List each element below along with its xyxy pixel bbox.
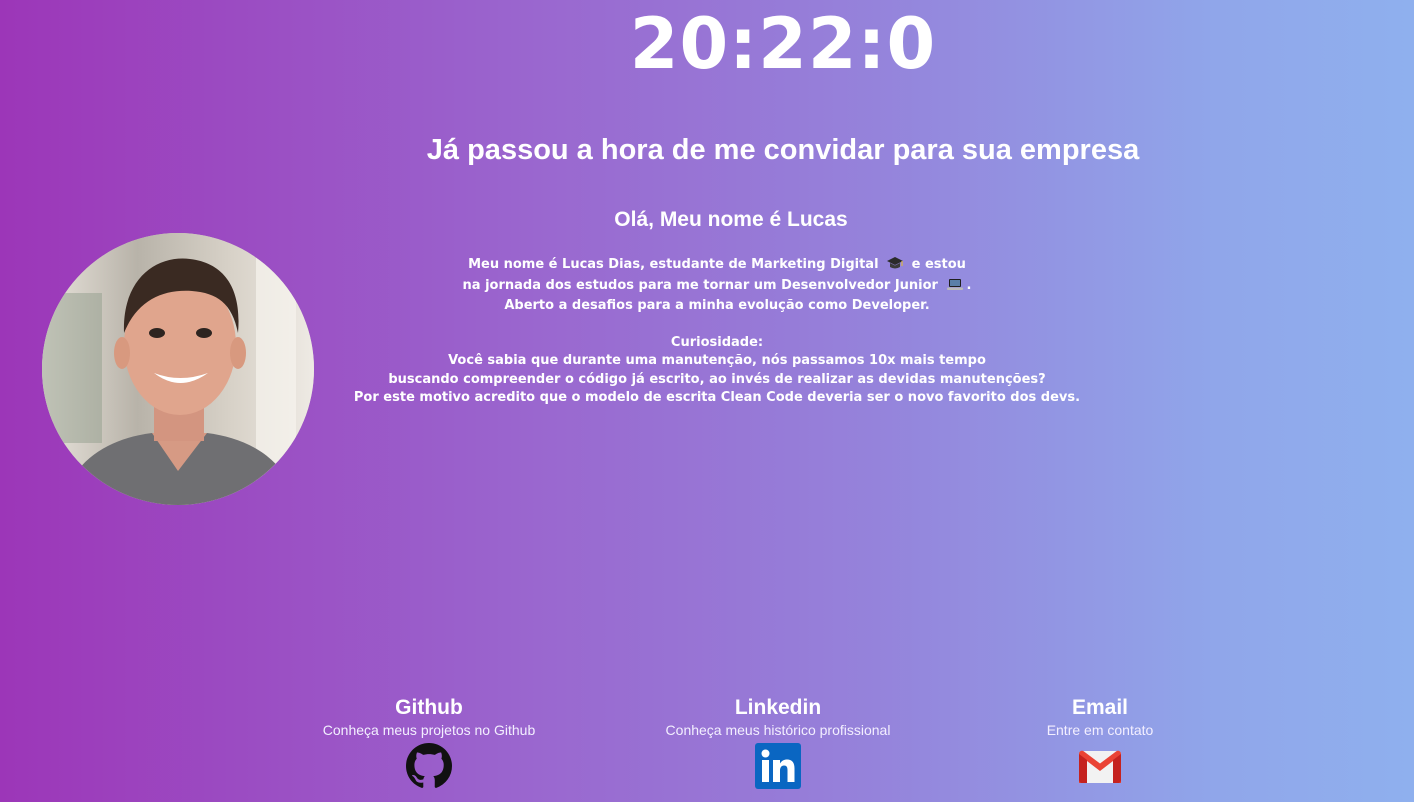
laptop-icon [946,278,964,298]
email-link[interactable]: Email Entre em contato [970,694,1230,789]
gmail-icon[interactable] [1077,743,1123,789]
bio-line-2: na jornada dos estudos para me tornar um… [0,277,1414,298]
linkedin-icon[interactable] [755,743,801,789]
github-subtitle: Conheça meus projetos no Github [322,722,536,738]
clock-display: 20:22:0 [629,3,937,85]
curiosity-title: Curiosidade: [670,334,764,350]
bio-text: Meu nome é Lucas Dias, estudante de Mark… [0,256,1414,408]
bio-line-2-end: . [966,277,972,293]
email-title: Email [1071,696,1129,719]
bio-spacer [0,316,1414,334]
github-link[interactable]: Github Conheça meus projetos no Github [299,694,559,789]
bio-line-1: Meu nome é Lucas Dias, estudante de Mark… [0,256,1414,277]
bio-line-2-text: na jornada dos estudos para me tornar um… [462,277,938,293]
linkedin-title: Linkedin [734,696,822,719]
linkedin-subtitle: Conheça meus histórico profissional [665,722,891,738]
linkedin-link[interactable]: Linkedin Conheça meus histórico profissi… [648,694,908,789]
email-subtitle: Entre em contato [1046,722,1154,738]
page-headline: Já passou a hora de me convidar para sua… [426,134,1140,166]
curiosity-line-2: buscando compreender o código já escrito… [388,371,1046,387]
bio-line-3: Aberto a desafios para a minha evolução … [504,298,930,313]
graduation-cap-icon [886,256,904,277]
github-icon[interactable] [406,743,452,789]
curiosity-line-3: Por este motivo acredito que o modelo de… [353,390,1081,405]
bio-line-1-end: e estou [911,257,966,272]
bio-line-1-text: Meu nome é Lucas Dias, estudante de Mark… [468,257,879,272]
greeting-heading: Olá, Meu nome é Lucas [614,208,848,231]
curiosity-line-1: Você sabia que durante uma manutenção, n… [448,353,986,368]
github-title: Github [395,696,463,719]
